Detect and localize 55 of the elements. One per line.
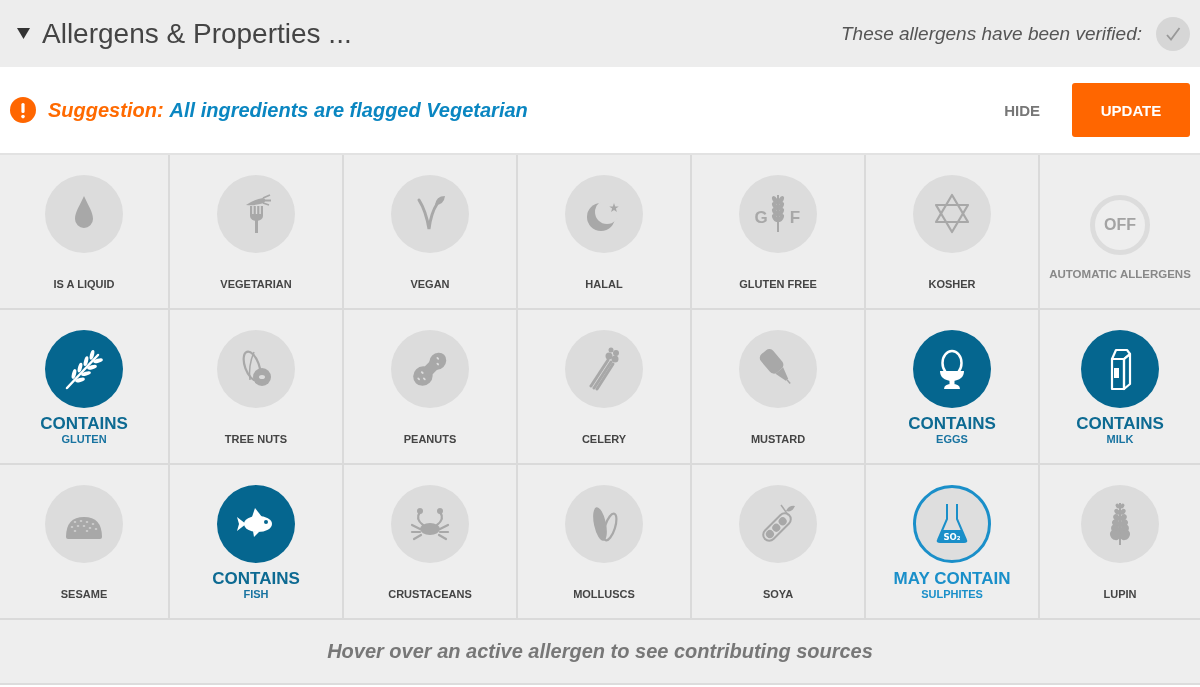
property-label: KOSHER: [928, 278, 976, 290]
property-label: VEGAN: [410, 278, 450, 290]
allergen-tile[interactable]: PEANUTS: [344, 310, 516, 463]
property-tile[interactable]: HALAL: [518, 155, 690, 308]
hover-hint: Hover over an active allergen to see contributing sources: [327, 640, 873, 663]
alert-icon: [10, 97, 36, 123]
flask-icon: SO₂: [913, 485, 991, 563]
allergen-tile[interactable]: TREE NUTS: [170, 310, 342, 463]
caret-icon[interactable]: [17, 27, 30, 40]
allergen-tile[interactable]: SESAME: [0, 465, 168, 618]
allergen-label: LUPIN: [1103, 588, 1137, 600]
allergen-tile[interactable]: CELERY: [518, 310, 690, 463]
allergen-tile[interactable]: MUSTARD: [692, 310, 864, 463]
allergen-status: CONTAINS: [212, 570, 300, 588]
allergen-tile[interactable]: CONTAINS EGGS: [866, 310, 1038, 463]
allergen-status: MAY CONTAIN: [893, 570, 1011, 588]
allergen-label: SESAME: [60, 588, 108, 600]
allergen-tile[interactable]: CONTAINS FISH: [170, 465, 342, 618]
allergen-tile[interactable]: CRUSTACEANS: [344, 465, 516, 618]
property-tile[interactable]: VEGETARIAN: [170, 155, 342, 308]
allergen-status: CONTAINS: [908, 415, 996, 433]
allergen-label: PEANUTS: [403, 433, 457, 445]
allergen-label: SOYA: [762, 588, 794, 600]
allergen-label: TREE NUTS: [224, 433, 288, 445]
toggle-label: AUTOMATIC ALLERGENS: [1049, 268, 1191, 280]
property-label: VEGETARIAN: [220, 278, 292, 290]
allergen-tile[interactable]: SO₂ MAY CONTAIN SULPHITES: [866, 465, 1038, 618]
allergen-status: CONTAINS: [1076, 415, 1164, 433]
section-title: Allergens & Properties ...: [42, 17, 353, 50]
property-label: HALAL: [585, 278, 623, 290]
property-label: IS A LIQUID: [53, 278, 115, 290]
allergen-label: MUSTARD: [750, 433, 806, 445]
allergen-label: MOLLUSCS: [573, 588, 635, 600]
property-tile[interactable]: KOSHER: [866, 155, 1038, 308]
allergen-tile[interactable]: CONTAINS GLUTEN: [0, 310, 168, 463]
allergen-label: MILK: [1106, 433, 1134, 445]
allergen-tile[interactable]: CONTAINS MILK: [1040, 310, 1200, 463]
property-label: GLUTEN FREE: [739, 278, 817, 290]
allergen-label: FISH: [243, 588, 269, 600]
allergen-label: CRUSTACEANS: [388, 588, 472, 600]
verified-label: These allergens have been verified:: [840, 22, 1142, 45]
allergen-label: GLUTEN: [61, 433, 107, 445]
suggestion-label: Suggestion:: [48, 98, 164, 122]
property-tile[interactable]: IS A LIQUID: [0, 155, 168, 308]
allergen-tile[interactable]: SOYA: [692, 465, 864, 618]
allergen-label: CELERY: [581, 433, 627, 445]
check-icon[interactable]: [1156, 16, 1190, 51]
allergen-tile[interactable]: MOLLUSCS: [518, 465, 690, 618]
suggestion-message: All ingredients are flagged Vegetarian: [169, 98, 528, 122]
allergen-label: EGGS: [936, 433, 968, 445]
allergen-tile[interactable]: LUPIN: [1040, 465, 1200, 618]
hide-button[interactable]: HIDE: [988, 83, 1056, 137]
allergen-label: SULPHITES: [921, 588, 983, 600]
property-tile[interactable]: VEGAN: [344, 155, 516, 308]
allergen-status: CONTAINS: [40, 415, 128, 433]
